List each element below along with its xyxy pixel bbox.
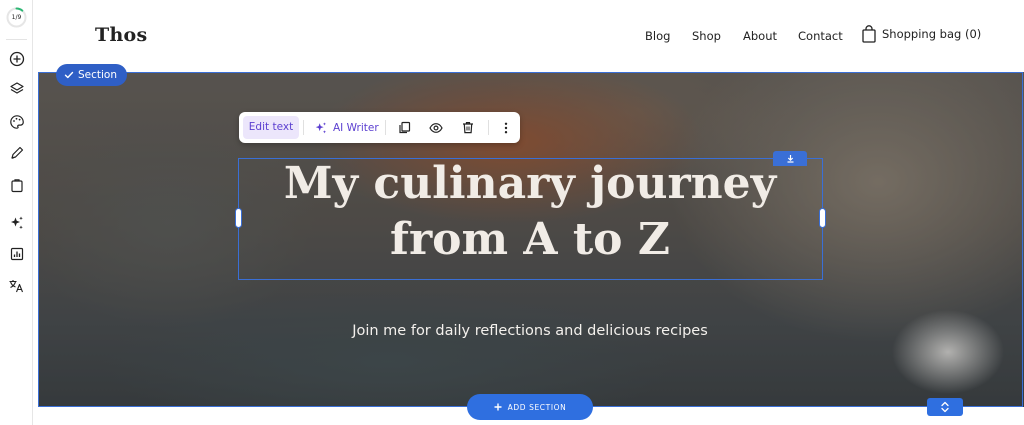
ai-writer-button[interactable]: AI Writer — [314, 116, 379, 139]
sidebar-divider — [6, 39, 27, 40]
duplicate-icon — [399, 121, 411, 134]
editor-canvas: 1/9 Thos Blog Shop About Contact Shoppin… — [0, 0, 1024, 425]
hero-subtitle[interactable]: Join me for daily reflections and delici… — [188, 323, 872, 339]
add-icon — [9, 51, 24, 66]
add-button[interactable] — [5, 47, 28, 70]
analytics-button[interactable] — [5, 242, 28, 265]
shopping-bag-icon — [862, 25, 876, 43]
more-icon — [504, 122, 507, 133]
layers-button[interactable] — [5, 77, 28, 100]
add-section-label: ADD SECTION — [507, 402, 567, 412]
translate-button[interactable] — [5, 274, 28, 297]
edit-button[interactable] — [5, 141, 28, 164]
analytics-icon — [10, 247, 23, 260]
plus-icon — [494, 403, 502, 411]
toolbar-divider — [488, 120, 489, 135]
nav-contact[interactable]: Contact — [798, 29, 843, 43]
chevron-up-down-icon — [941, 401, 949, 413]
preview-icon — [428, 122, 443, 133]
setup-progress[interactable]: 1/9 — [6, 7, 27, 28]
delete-button[interactable] — [457, 117, 478, 138]
layers-icon — [9, 81, 24, 94]
pen-icon — [10, 146, 23, 159]
preview-button[interactable] — [425, 117, 446, 138]
store-button[interactable] — [5, 173, 28, 196]
edit-text-button[interactable]: Edit text — [243, 116, 299, 139]
nav-about[interactable]: About — [743, 29, 777, 43]
nav-shop[interactable]: Shop — [692, 29, 721, 43]
duplicate-button[interactable] — [394, 117, 415, 138]
download-icon — [787, 155, 793, 163]
theme-button[interactable] — [5, 110, 28, 133]
site-logo[interactable]: Thos — [95, 24, 148, 46]
ai-writer-label: AI Writer — [333, 121, 379, 134]
add-section-button[interactable]: ADD SECTION — [467, 394, 593, 420]
progress-label: 1/9 — [11, 14, 22, 21]
text-toolbar: Edit text AI Writer — [239, 112, 520, 143]
text-selection-outline — [238, 158, 823, 280]
nav-blog[interactable]: Blog — [645, 29, 670, 43]
site-header: Thos Blog Shop About Contact Shopping ba… — [33, 0, 1024, 72]
check-icon — [64, 71, 74, 79]
resize-handle-right[interactable] — [819, 208, 826, 228]
section-badge[interactable]: Section — [56, 64, 128, 86]
shopping-bag-link[interactable]: Shopping bag (0) — [862, 25, 981, 43]
toolbar-divider — [303, 120, 304, 135]
download-button[interactable] — [773, 151, 807, 166]
clipboard-icon — [10, 178, 23, 192]
toolbar-divider — [385, 120, 386, 135]
tool-sidebar: 1/9 — [0, 0, 33, 425]
shopping-bag-label: Shopping bag (0) — [882, 27, 982, 41]
ai-sparkle-icon — [10, 216, 23, 229]
ai-sparkle-icon — [315, 121, 327, 133]
reorder-section-button[interactable] — [927, 398, 963, 416]
palette-icon — [9, 114, 24, 129]
translate-icon — [9, 279, 24, 292]
resize-handle-left[interactable] — [235, 208, 242, 228]
delete-icon — [462, 122, 473, 134]
section-badge-label: Section — [78, 69, 118, 81]
ai-tools-button[interactable] — [5, 211, 28, 234]
more-options-button[interactable] — [495, 117, 516, 138]
